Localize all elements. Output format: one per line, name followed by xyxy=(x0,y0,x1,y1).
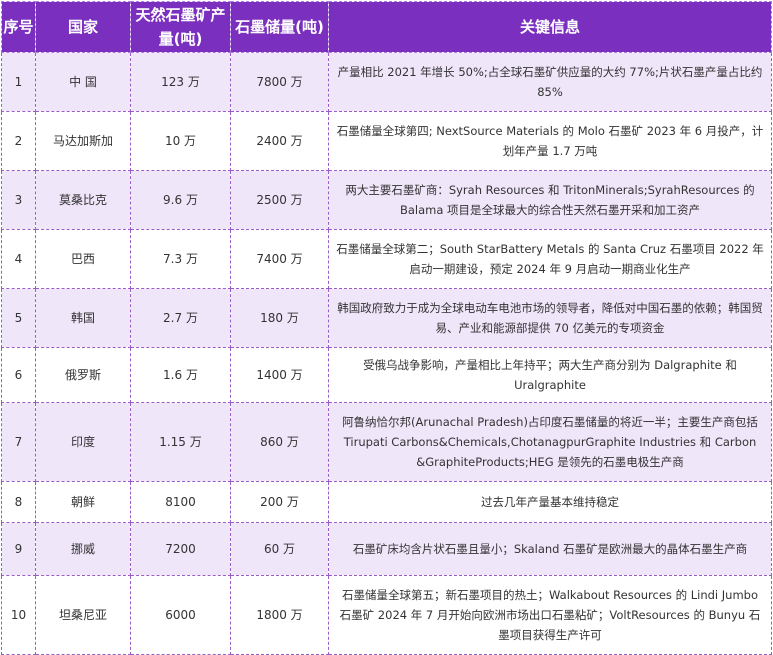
cell-reserves: 200 万 xyxy=(230,481,329,523)
cell-country: 挪威 xyxy=(35,522,131,576)
cell-reserves: 60 万 xyxy=(230,522,329,576)
cell-seq: 8 xyxy=(1,481,36,523)
cell-info: 石墨矿床均含片状石墨且量小；Skaland 石墨矿是欧洲最大的晶体石墨生产商 xyxy=(328,522,772,576)
header-info: 关键信息 xyxy=(328,1,772,53)
cell-seq: 2 xyxy=(1,111,36,171)
cell-info: 阿鲁纳恰尔邦(Arunachal Pradesh)占印度石墨储量的将近一半；主要… xyxy=(328,402,772,482)
cell-reserves: 180 万 xyxy=(230,288,329,348)
cell-reserves: 7800 万 xyxy=(230,52,329,112)
cell-country: 中 国 xyxy=(35,52,131,112)
cell-seq: 10 xyxy=(1,575,36,655)
cell-country: 莫桑比克 xyxy=(35,170,131,230)
cell-reserves: 1800 万 xyxy=(230,575,329,655)
cell-info: 过去几年产量基本维持稳定 xyxy=(328,481,772,523)
cell-seq: 3 xyxy=(1,170,36,230)
cell-country: 印度 xyxy=(35,402,131,482)
cell-country: 朝鲜 xyxy=(35,481,131,523)
cell-production: 7.3 万 xyxy=(130,229,231,289)
cell-production: 2.7 万 xyxy=(130,288,231,348)
cell-country: 马达加斯加 xyxy=(35,111,131,171)
cell-production: 1.15 万 xyxy=(130,402,231,482)
cell-country: 坦桑尼亚 xyxy=(35,575,131,655)
cell-production: 8100 xyxy=(130,481,231,523)
cell-reserves: 2500 万 xyxy=(230,170,329,230)
table-row: 1 中 国 123 万 7800 万 产量相比 2021 年增长 50%;占全球… xyxy=(1,52,772,112)
table-row: 6 俄罗斯 1.6 万 1400 万 受俄乌战争影响，产量相比上年持平；两大生产… xyxy=(1,347,772,403)
table-row: 5 韩国 2.7 万 180 万 韩国政府致力于成为全球电动车电池市场的领导者，… xyxy=(1,288,772,348)
table-row: 8 朝鲜 8100 200 万 过去几年产量基本维持稳定 xyxy=(1,481,772,523)
cell-production: 9.6 万 xyxy=(130,170,231,230)
cell-info: 两大主要石墨矿商：Syrah Resources 和 TritonMineral… xyxy=(328,170,772,230)
table-row: 3 莫桑比克 9.6 万 2500 万 两大主要石墨矿商：Syrah Resou… xyxy=(1,170,772,230)
cell-info: 石墨储量全球第二；South StarBattery Metals 的 Sant… xyxy=(328,229,772,289)
cell-seq: 6 xyxy=(1,347,36,403)
cell-production: 10 万 xyxy=(130,111,231,171)
cell-reserves: 860 万 xyxy=(230,402,329,482)
table-row: 7 印度 1.15 万 860 万 阿鲁纳恰尔邦(Arunachal Prade… xyxy=(1,402,772,482)
cell-country: 俄罗斯 xyxy=(35,347,131,403)
graphite-table: 序号 国家 天然石墨矿产量(吨) 石墨储量(吨) 关键信息 1 中 国 123 … xyxy=(1,1,772,655)
table-row: 9 挪威 7200 60 万 石墨矿床均含片状石墨且量小；Skaland 石墨矿… xyxy=(1,522,772,576)
cell-seq: 4 xyxy=(1,229,36,289)
table-row: 4 巴西 7.3 万 7400 万 石墨储量全球第二；South StarBat… xyxy=(1,229,772,289)
cell-seq: 1 xyxy=(1,52,36,112)
table-row: 10 坦桑尼亚 6000 1800 万 石墨储量全球第五；新石墨项目的热土；Wa… xyxy=(1,575,772,655)
table-row: 2 马达加斯加 10 万 2400 万 石墨储量全球第四; NextSource… xyxy=(1,111,772,171)
cell-production: 123 万 xyxy=(130,52,231,112)
cell-production: 1.6 万 xyxy=(130,347,231,403)
cell-info: 石墨储量全球第五；新石墨项目的热土；Walkabout Resources 的 … xyxy=(328,575,772,655)
cell-country: 巴西 xyxy=(35,229,131,289)
cell-production: 7200 xyxy=(130,522,231,576)
cell-reserves: 1400 万 xyxy=(230,347,329,403)
cell-seq: 9 xyxy=(1,522,36,576)
cell-info: 石墨储量全球第四; NextSource Materials 的 Molo 石墨… xyxy=(328,111,772,171)
header-country: 国家 xyxy=(35,1,131,53)
header-seq: 序号 xyxy=(1,1,36,53)
cell-country: 韩国 xyxy=(35,288,131,348)
header-row: 序号 国家 天然石墨矿产量(吨) 石墨储量(吨) 关键信息 xyxy=(1,1,772,53)
header-production: 天然石墨矿产量(吨) xyxy=(130,1,231,53)
cell-info: 产量相比 2021 年增长 50%;占全球石墨矿供应量的大约 77%;片状石墨产… xyxy=(328,52,772,112)
cell-production: 6000 xyxy=(130,575,231,655)
cell-seq: 5 xyxy=(1,288,36,348)
cell-seq: 7 xyxy=(1,402,36,482)
cell-info: 受俄乌战争影响，产量相比上年持平；两大生产商分别为 Dalgraphite 和 … xyxy=(328,347,772,403)
cell-reserves: 2400 万 xyxy=(230,111,329,171)
cell-reserves: 7400 万 xyxy=(230,229,329,289)
cell-info: 韩国政府致力于成为全球电动车电池市场的领导者，降低对中国石墨的依赖；韩国贸易、产… xyxy=(328,288,772,348)
header-reserves: 石墨储量(吨) xyxy=(230,1,329,53)
